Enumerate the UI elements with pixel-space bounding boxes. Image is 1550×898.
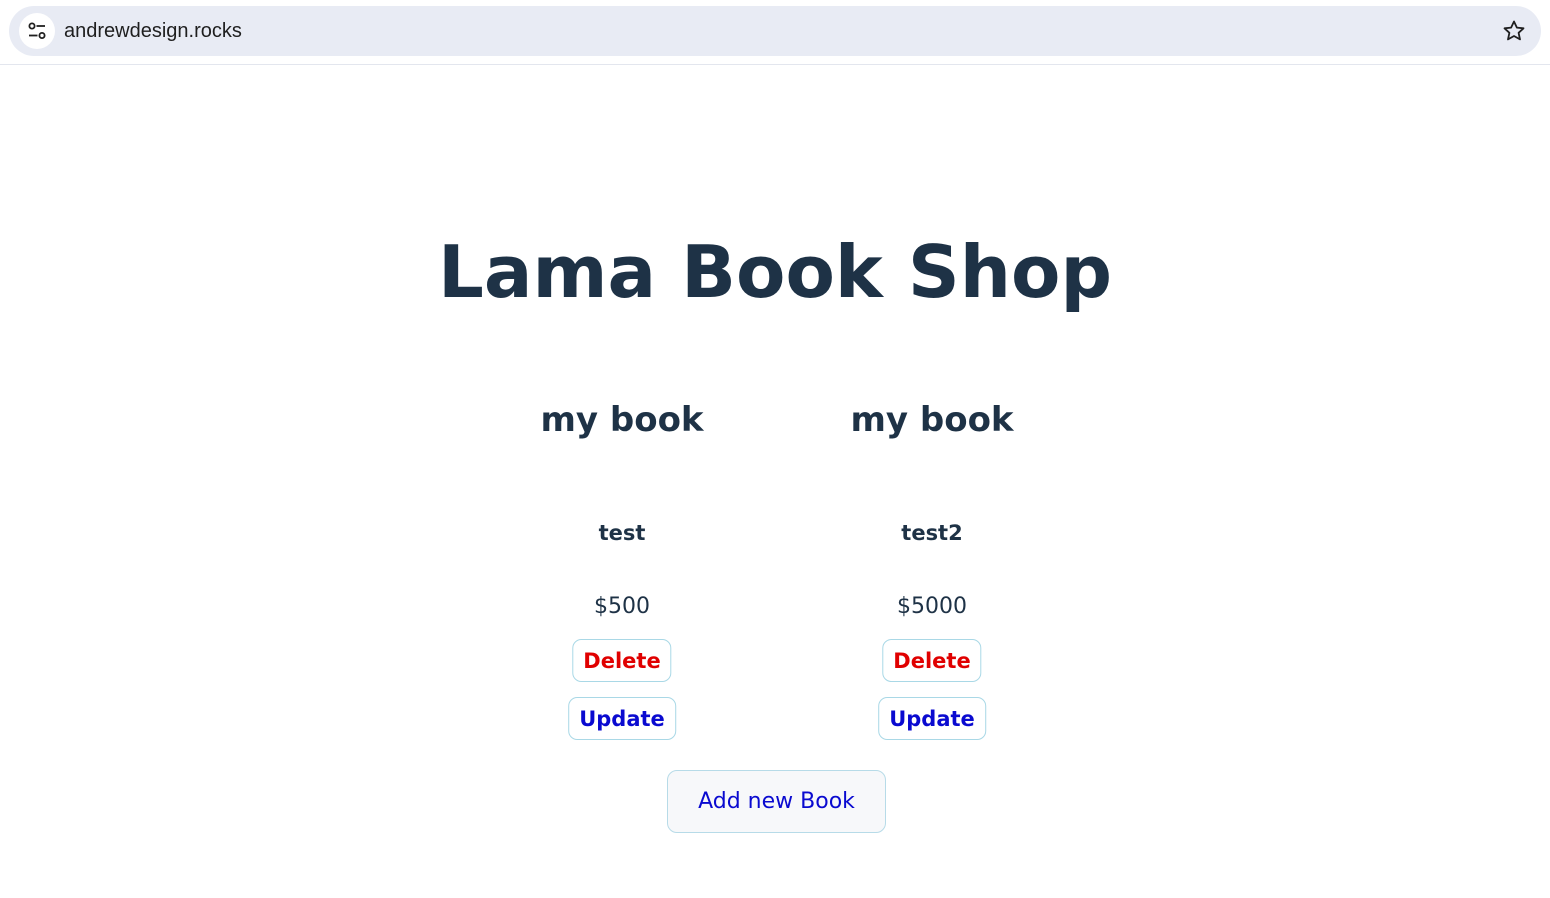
- bookmark-star-button[interactable]: [1501, 18, 1527, 44]
- delete-button[interactable]: Delete: [882, 639, 982, 682]
- star-outline-icon: [1503, 20, 1525, 41]
- tune-icon: [28, 22, 46, 39]
- update-button[interactable]: Update: [878, 697, 986, 740]
- book-price: $500: [594, 594, 650, 619]
- page-title: Lama Book Shop: [437, 230, 1112, 314]
- site-info-button[interactable]: [19, 13, 55, 49]
- book-card: my book test2 $5000 Delete Update: [782, 390, 1082, 740]
- book-title: my book: [540, 400, 704, 440]
- book-card: my book test $500 Delete Update: [472, 390, 772, 740]
- book-title: my book: [850, 400, 1014, 440]
- delete-button[interactable]: Delete: [572, 639, 672, 682]
- book-description: test: [598, 521, 646, 545]
- update-button[interactable]: Update: [568, 697, 676, 740]
- url-text[interactable]: andrewdesign.rocks: [64, 6, 242, 56]
- address-bar[interactable]: andrewdesign.rocks: [9, 6, 1541, 56]
- browser-toolbar: andrewdesign.rocks: [0, 0, 1550, 65]
- add-new-book-button[interactable]: Add new Book: [667, 770, 886, 833]
- book-description: test2: [901, 521, 963, 545]
- book-price: $5000: [897, 594, 967, 619]
